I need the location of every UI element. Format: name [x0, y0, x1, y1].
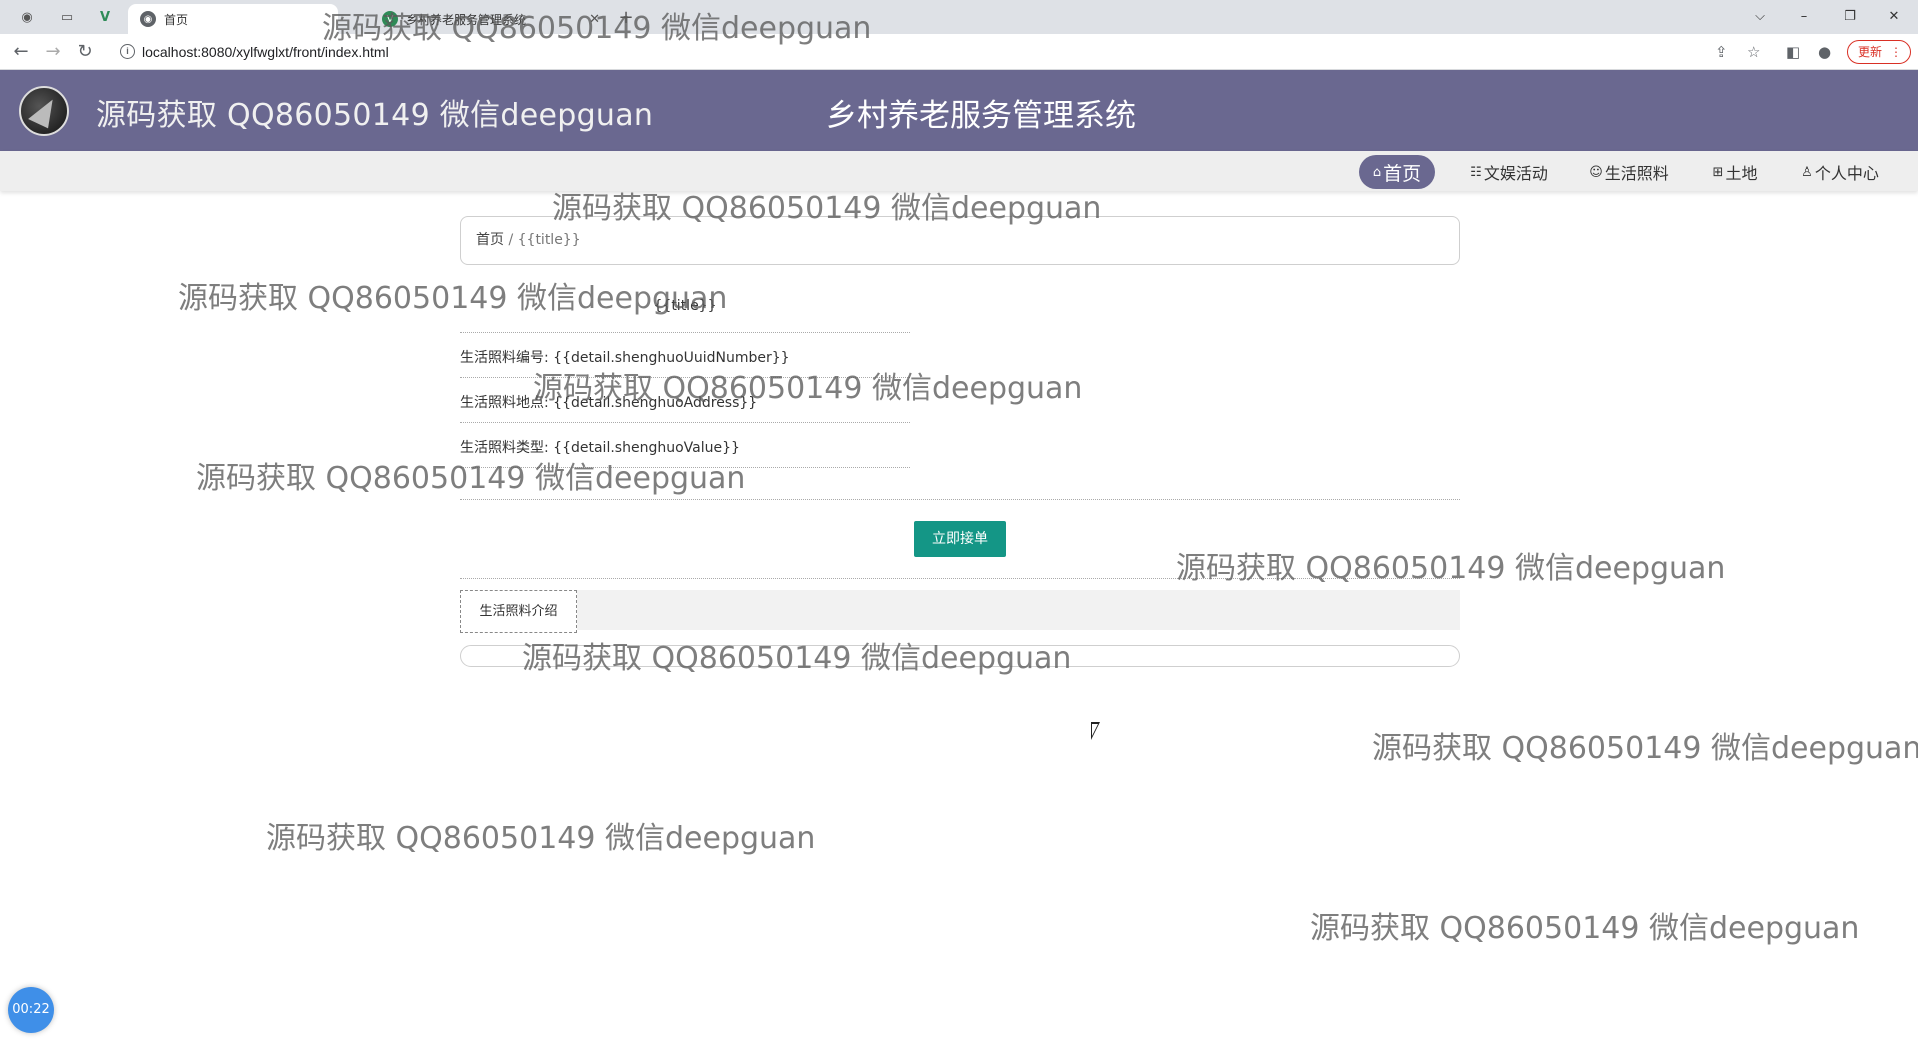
address-bar[interactable]: i localhost:8080/xylfwglxt/front/index.h… — [112, 38, 1752, 66]
tab-home[interactable]: ◉ 首页 — [128, 4, 338, 34]
divider — [460, 332, 910, 333]
breadcrumb-separator: / — [508, 232, 514, 248]
divider — [460, 499, 1460, 500]
nav-item-care[interactable]: ☺ 生活照料 — [1584, 155, 1674, 189]
nav-item-profile[interactable]: ♙ 个人中心 — [1795, 155, 1885, 189]
site-logo — [19, 86, 69, 136]
field-address-value: {{detail.shenghuoAddress}} — [553, 395, 758, 411]
tab-system-label: 乡村养老服务管理系统 — [406, 12, 527, 27]
site-info-icon[interactable]: i — [120, 44, 135, 59]
vue-logo-icon[interactable]: V — [96, 8, 114, 26]
field-type: 生活照料类型: {{detail.shenghuoValue}} — [460, 437, 740, 457]
watermark: 源码获取 QQ86050149 微信deepguan — [266, 821, 816, 856]
activities-icon: ☷ — [1470, 164, 1482, 180]
url-text: localhost:8080/xylfwglxt/front/index.htm… — [142, 44, 389, 60]
divider — [460, 578, 1460, 579]
land-icon: ⊞ — [1712, 164, 1724, 180]
forward-icon[interactable]: → — [40, 40, 66, 64]
user-icon: ♙ — [1801, 164, 1813, 180]
nav-item-home[interactable]: ⌂ 首页 — [1359, 155, 1435, 189]
tab-home-label: 首页 — [164, 12, 189, 27]
side-panel-icon[interactable]: ◧ — [1786, 43, 1800, 61]
field-number-value: {{detail.shenghuoUuidNumber}} — [553, 350, 790, 366]
update-label: 更新 — [1858, 45, 1883, 59]
tab-care-intro[interactable]: 生活照料介绍 — [460, 590, 577, 633]
site-header: 源码获取 QQ86050149 微信deepguan 乡村养老服务管理系统 — [0, 70, 1918, 151]
nav-item-home-label: 首页 — [1383, 162, 1422, 185]
site-title: 乡村养老服务管理系统 — [826, 98, 1136, 134]
nav-item-care-label: 生活照料 — [1604, 164, 1669, 183]
divider — [460, 377, 910, 378]
header-left-text: 源码获取 QQ86050149 微信deepguan — [96, 98, 654, 133]
nav-item-activities-label: 文娱活动 — [1483, 164, 1548, 183]
breadcrumb: 首页 / {{title}} — [460, 216, 1460, 265]
field-type-label: 生活照料类型: — [460, 440, 549, 456]
home-icon: ⌂ — [1372, 164, 1382, 180]
new-tab-icon[interactable]: + — [617, 7, 635, 28]
field-number: 生活照料编号: {{detail.shenghuoUuidNumber}} — [460, 347, 790, 367]
nav-item-profile-label: 个人中心 — [1814, 164, 1879, 183]
breadcrumb-home-link[interactable]: 首页 — [476, 232, 504, 248]
detail-title: {{title}} — [653, 298, 717, 314]
main-nav: ⌂ 首页 ☷ 文娱活动 ☺ 生活照料 ⊞ 土地 ♙ 个人中心 — [0, 151, 1918, 191]
intro-tab-bar — [460, 590, 1460, 630]
minimize-icon[interactable]: – — [1782, 4, 1826, 30]
browser-toolbar: ← → ↻ i localhost:8080/xylfwglxt/front/i… — [0, 34, 1918, 70]
watermark: 源码获取 QQ86050149 微信deepguan — [196, 461, 746, 496]
breadcrumb-current: {{title}} — [517, 232, 581, 248]
tab-favicon-icon: ◉ — [140, 11, 156, 27]
tab-system[interactable]: V 乡村养老服务管理系统 ✕ — [370, 4, 610, 34]
mouse-cursor-icon — [1091, 722, 1100, 740]
profile-icon[interactable]: ● — [1818, 43, 1831, 61]
field-address-label: 生活照料地点: — [460, 395, 549, 411]
intro-content — [460, 645, 1460, 667]
divider — [460, 422, 910, 423]
browser-tab-strip: ◉ ▭ V ◉ 首页 V 乡村养老服务管理系统 ✕ + ⌵ – ❐ ✕ — [0, 0, 1918, 34]
field-number-label: 生活照料编号: — [460, 350, 549, 366]
tab-group-icon[interactable]: ▭ — [58, 8, 76, 26]
tab-search-dropdown-icon[interactable]: ⌵ — [1738, 4, 1782, 30]
watermark: 源码获取 QQ86050149 微信deepguan — [1310, 911, 1860, 946]
tab-vue-favicon-icon: V — [382, 11, 398, 27]
browser-app-icon[interactable]: ◉ — [18, 8, 36, 26]
field-address: 生活照料地点: {{detail.shenghuoAddress}} — [460, 392, 757, 412]
watermark: 源码获取 QQ86050149 微信deepguan — [1372, 731, 1918, 766]
tab-close-icon[interactable]: ✕ — [589, 12, 600, 27]
nav-item-land-label: 土地 — [1725, 164, 1758, 183]
nav-item-activities[interactable]: ☷ 文娱活动 — [1464, 155, 1554, 189]
field-type-value: {{detail.shenghuoValue}} — [553, 440, 740, 456]
care-icon: ☺ — [1589, 164, 1603, 180]
bookmark-star-icon[interactable]: ☆ — [1747, 43, 1760, 61]
watermark: 源码获取 QQ86050149 微信deepguan — [1176, 551, 1726, 586]
recording-timer[interactable]: 00:22 — [8, 987, 54, 1033]
more-icon: ⋮ — [1890, 45, 1902, 59]
share-icon[interactable]: ⇪ — [1715, 43, 1728, 61]
window-close-icon[interactable]: ✕ — [1872, 4, 1916, 30]
back-icon[interactable]: ← — [8, 40, 34, 64]
reload-icon[interactable]: ↻ — [72, 40, 98, 64]
accept-order-button[interactable]: 立即接单 — [914, 521, 1006, 557]
nav-item-land[interactable]: ⊞ 土地 — [1703, 155, 1767, 189]
restore-icon[interactable]: ❐ — [1828, 4, 1872, 30]
update-button[interactable]: 更新 ⋮ — [1847, 40, 1911, 64]
divider — [460, 467, 910, 468]
